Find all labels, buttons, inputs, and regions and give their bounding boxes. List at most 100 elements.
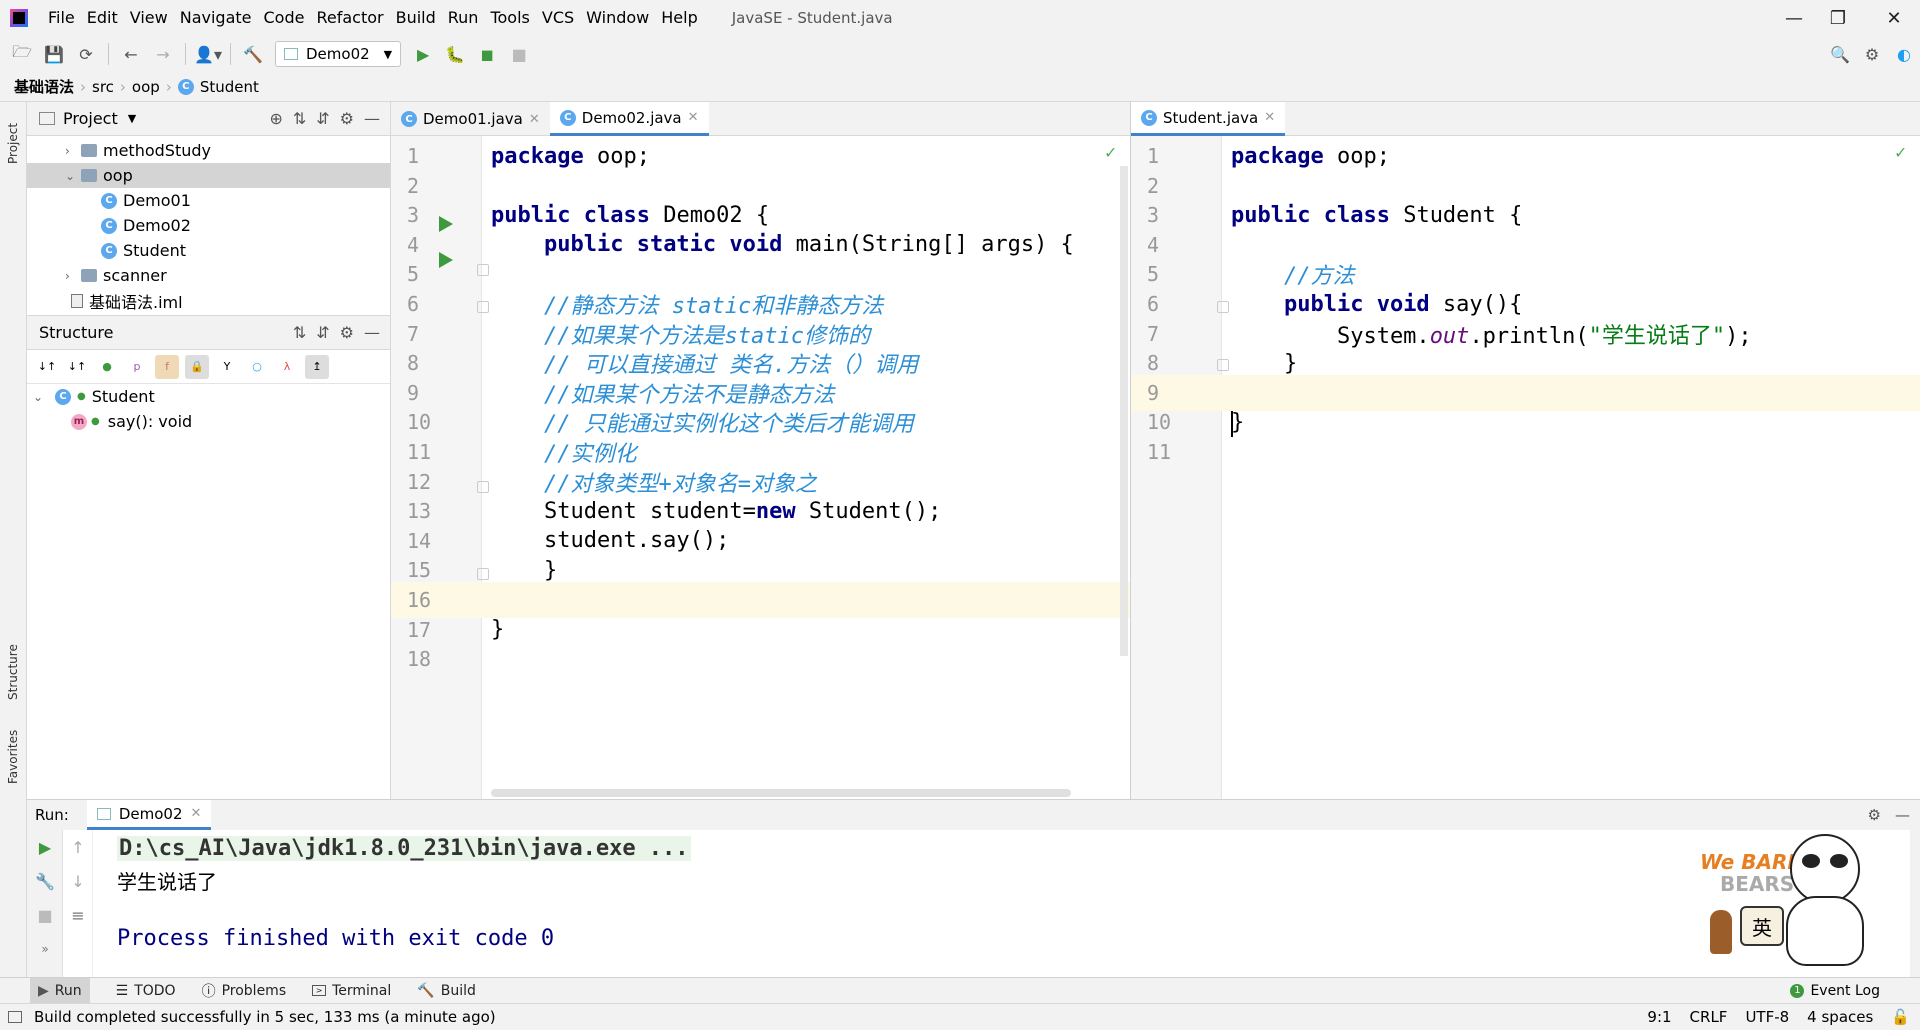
console-scrollbar[interactable]	[1910, 830, 1920, 977]
console-output[interactable]: D:\cs_AI\Java\jdk1.8.0_231\bin\java.exe …	[117, 830, 1910, 977]
show-inherited-icon[interactable]: ●	[95, 355, 119, 379]
project-tree-item[interactable]: C Demo02	[27, 213, 390, 238]
menu-run[interactable]: Run	[442, 0, 485, 36]
breadcrumb-item[interactable]: Student	[200, 78, 259, 96]
menu-vcs[interactable]: VCS	[536, 0, 580, 36]
menu-tools[interactable]: Tools	[484, 0, 535, 36]
show-lambda-icon[interactable]: λ	[275, 355, 299, 379]
chevron-down-icon[interactable]: ⌄	[65, 169, 81, 183]
menu-refactor[interactable]: Refactor	[310, 0, 389, 36]
show-lambdas-icon[interactable]: ○	[245, 355, 269, 379]
collapse-all-icon[interactable]: ⇵	[316, 109, 329, 128]
menu-file[interactable]: File	[42, 0, 81, 36]
settings-gear-icon[interactable]: ⚙	[340, 109, 354, 128]
editor-tab[interactable]: C Student.java ✕	[1131, 102, 1286, 136]
structure-class-row[interactable]: ⌄ C ● Student	[27, 384, 390, 409]
bottom-tab-terminal[interactable]: > Terminal	[312, 983, 391, 999]
editor-tab[interactable]: C Demo01.java ✕	[391, 102, 550, 136]
run-icon[interactable]: ▶	[409, 40, 437, 68]
menu-help[interactable]: Help	[655, 0, 703, 36]
project-tree-item[interactable]: C Demo01	[27, 188, 390, 213]
bottom-tab-run[interactable]: ▶ Run	[30, 977, 90, 1004]
status-message[interactable]: Build completed successfully in 5 sec, 1…	[34, 1008, 496, 1026]
project-tree-item[interactable]: › methodStudy	[27, 138, 390, 163]
close-tab-icon[interactable]: ✕	[529, 112, 540, 127]
maximize-button[interactable]: ❐	[1816, 0, 1860, 36]
debug-icon[interactable]: 🐛	[441, 40, 469, 68]
fold-marker-icon[interactable]	[477, 264, 489, 276]
more-icon[interactable]: »	[27, 932, 63, 966]
user-icon[interactable]: 👤▾	[194, 40, 222, 68]
project-tree-item[interactable]: ⌄ oop	[27, 163, 390, 188]
run-tab-demo02[interactable]: Demo02 ✕	[86, 800, 212, 830]
locate-icon[interactable]: ⊕	[269, 109, 282, 128]
open-folder-icon[interactable]: 🗁	[8, 40, 36, 68]
hide-panel-icon[interactable]: —	[364, 109, 380, 128]
coverage-icon[interactable]: ◼	[473, 40, 501, 68]
collapse-all-icon[interactable]: ⇵	[316, 323, 329, 342]
structure-tool-tab[interactable]: Structure	[2, 632, 24, 712]
hide-panel-icon[interactable]: —	[1895, 806, 1910, 824]
fold-marker-icon[interactable]	[1217, 301, 1229, 313]
breadcrumb-item[interactable]: oop	[132, 78, 160, 96]
arrow-down-icon[interactable]: ↓	[63, 864, 93, 898]
minimize-button[interactable]: —	[1772, 0, 1816, 36]
menu-navigate[interactable]: Navigate	[174, 0, 258, 36]
structure-method-row[interactable]: m ● say(): void	[27, 409, 390, 434]
stop-icon[interactable]: ■	[27, 898, 63, 932]
tool-windows-icon[interactable]	[8, 1011, 22, 1023]
stop-icon[interactable]: ■	[505, 40, 533, 68]
close-tab-icon[interactable]: ✕	[190, 806, 201, 821]
project-tree-item[interactable]: 基础语法.iml	[27, 288, 390, 313]
file-encoding[interactable]: UTF-8	[1745, 1008, 1789, 1026]
menu-view[interactable]: View	[124, 0, 174, 36]
menu-build[interactable]: Build	[390, 0, 442, 36]
horizontal-scrollbar[interactable]	[491, 789, 1071, 797]
bottom-tab-problems[interactable]: ⓘ Problems	[202, 981, 287, 1001]
lock-icon[interactable]: 🔓	[1891, 1008, 1910, 1026]
sort-visibility-icon[interactable]: ↓↑	[35, 355, 59, 379]
chevron-right-icon[interactable]: ›	[65, 269, 81, 283]
event-log-button[interactable]: 1 Event Log	[1790, 983, 1880, 999]
show-fields-icon[interactable]: f	[155, 354, 179, 379]
expand-all-icon[interactable]: ⇅	[293, 323, 306, 342]
settings-gear-icon[interactable]: ⚙	[1858, 40, 1886, 68]
code-area[interactable]: 1 package oop; 2 3 public class Demo02 {4 pu…	[391, 136, 1130, 799]
menu-window[interactable]: Window	[580, 0, 655, 36]
caret-position[interactable]: 9:1	[1647, 1008, 1671, 1026]
forward-icon[interactable]: →	[149, 40, 177, 68]
breadcrumb-item[interactable]: src	[92, 78, 114, 96]
rerun-icon[interactable]: ▶	[27, 830, 63, 864]
run-config-select[interactable]: Demo02 ▼	[275, 41, 402, 67]
show-non-public-icon[interactable]: 🔒	[185, 354, 209, 379]
bottom-tab-build[interactable]: 🔨 Build	[417, 983, 476, 999]
save-all-icon[interactable]: 💾	[40, 40, 68, 68]
show-anonymous-icon[interactable]: Y	[215, 355, 239, 379]
menu-code[interactable]: Code	[258, 0, 311, 36]
line-separator[interactable]: CRLF	[1690, 1008, 1728, 1026]
search-icon[interactable]: 🔍	[1826, 40, 1854, 68]
wrench-icon[interactable]: 🔧	[27, 864, 63, 898]
fold-marker-icon[interactable]	[1217, 359, 1229, 371]
close-tab-icon[interactable]: ✕	[688, 110, 699, 125]
fold-marker-icon[interactable]	[477, 481, 489, 493]
breadcrumb-item[interactable]: 基础语法	[14, 76, 74, 97]
settings-gear-icon[interactable]: ⚙	[340, 323, 354, 342]
close-window-button[interactable]: ✕	[1872, 0, 1916, 36]
back-icon[interactable]: ←	[117, 40, 145, 68]
sort-alpha-icon[interactable]: ↓↑	[65, 355, 89, 379]
editor-tab[interactable]: C Demo02.java ✕	[549, 102, 709, 136]
sync-icon[interactable]: ⟳	[72, 40, 100, 68]
indent-setting[interactable]: 4 spaces	[1807, 1008, 1873, 1026]
build-hammer-icon[interactable]: 🔨	[239, 40, 267, 68]
project-tree-item[interactable]: C Student	[27, 238, 390, 263]
project-tree-item[interactable]: › scanner	[27, 263, 390, 288]
fold-marker-icon[interactable]	[477, 301, 489, 313]
close-tab-icon[interactable]: ✕	[1264, 110, 1275, 125]
project-panel-title[interactable]: Project	[63, 109, 118, 128]
menu-edit[interactable]: Edit	[81, 0, 124, 36]
arrow-up-icon[interactable]: ↑	[63, 830, 93, 864]
soft-wrap-icon[interactable]: ≡	[63, 898, 93, 932]
run-main-icon[interactable]	[439, 252, 453, 268]
autoscroll-icon[interactable]: ↥	[305, 354, 329, 379]
